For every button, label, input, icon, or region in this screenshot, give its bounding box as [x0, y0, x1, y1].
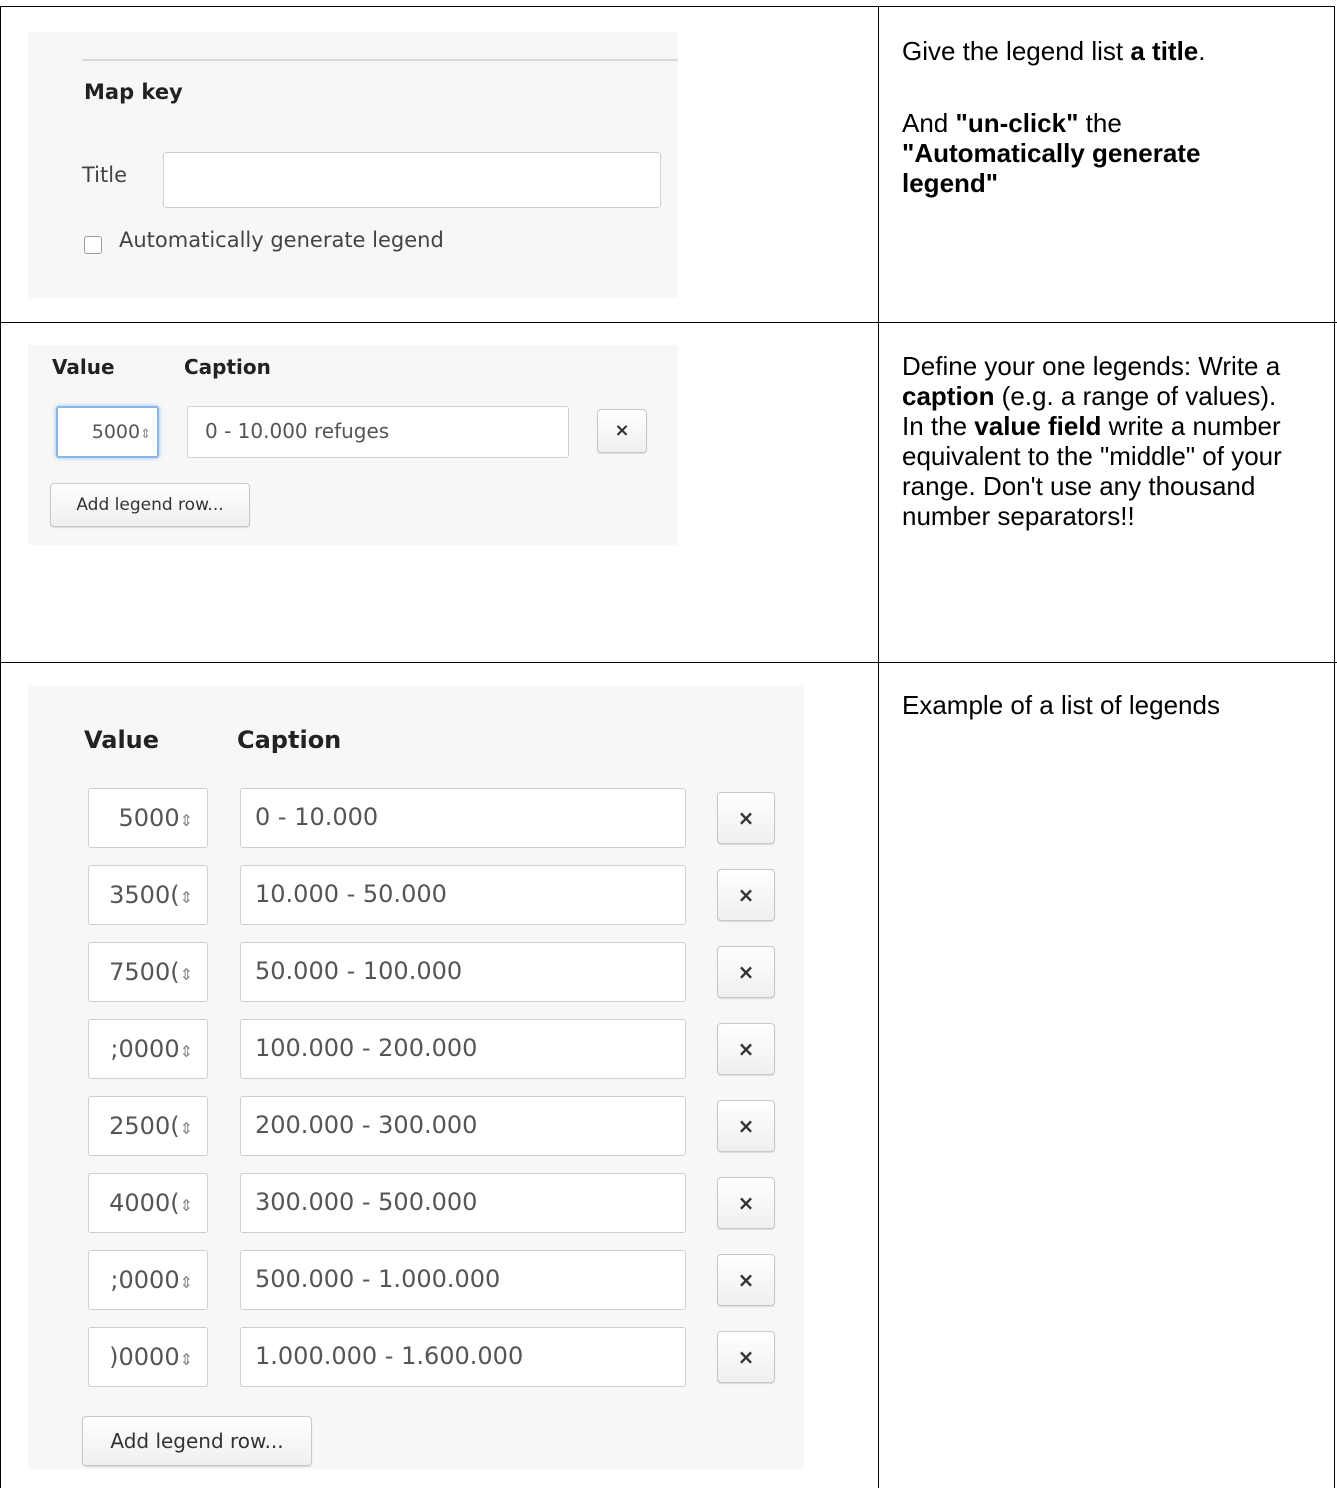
legend-caption-input[interactable]: 200.000 - 300.000: [240, 1096, 686, 1156]
spinner-icon[interactable]: ⇕: [180, 1042, 193, 1061]
remove-row-button[interactable]: ×: [717, 1023, 775, 1075]
separator-line: [82, 59, 678, 61]
spinner-icon[interactable]: ⇕: [180, 1119, 193, 1138]
spinner-icon[interactable]: ⇕: [180, 888, 193, 907]
caption-column-header: Caption: [237, 726, 342, 754]
legend-caption-input[interactable]: 50.000 - 100.000: [240, 942, 686, 1002]
instr-define-caption: Define your one legends: Write a caption…: [902, 351, 1317, 411]
instr-text: Give the legend list: [902, 36, 1131, 66]
remove-row-button[interactable]: ×: [717, 792, 775, 844]
remove-row-button[interactable]: ×: [717, 869, 775, 921]
value-text: 3500(: [109, 881, 180, 909]
legend-value-input[interactable]: 5000⇕: [56, 406, 159, 458]
map-key-screenshot: Map key Title Automatically generate leg…: [28, 32, 678, 298]
remove-row-button[interactable]: ×: [597, 409, 647, 453]
map-key-heading: Map key: [84, 80, 183, 104]
instr-text: Define your one legends: Write a: [902, 351, 1281, 381]
value-column-header: Value: [84, 726, 160, 754]
remove-row-button[interactable]: ×: [717, 946, 775, 998]
value-text: ;0000: [110, 1035, 180, 1063]
spinner-icon[interactable]: ⇕: [140, 427, 151, 442]
add-legend-row-button[interactable]: Add legend row...: [82, 1416, 312, 1466]
remove-row-button[interactable]: ×: [717, 1177, 775, 1229]
instr-text: (e.g. a range of values).: [994, 381, 1277, 411]
legend-caption-input[interactable]: 10.000 - 50.000: [240, 865, 686, 925]
value-text: )0000: [109, 1343, 180, 1371]
remove-row-button[interactable]: ×: [717, 1100, 775, 1152]
legend-value-input[interactable]: ;0000⇕: [88, 1250, 208, 1310]
value-text: 4000(: [109, 1189, 180, 1217]
row-divider-2: [0, 662, 1337, 663]
legend-caption-input[interactable]: 100.000 - 200.000: [240, 1019, 686, 1079]
row-divider-1: [0, 322, 1337, 323]
legend-row-screenshot: Value Caption 5000⇕ 0 - 10.000 refuges ×…: [28, 345, 678, 545]
value-text: 7500(: [109, 958, 180, 986]
legend-value-input[interactable]: 4000(⇕: [88, 1173, 208, 1233]
instr-bold: "Automatically generate legend": [902, 138, 1201, 198]
auto-legend-checkbox[interactable]: [84, 236, 102, 254]
spinner-icon[interactable]: ⇕: [180, 1273, 193, 1292]
spinner-icon[interactable]: ⇕: [180, 1350, 193, 1369]
column-divider: [878, 6, 879, 1488]
instr-bold: a title: [1130, 36, 1199, 66]
spinner-icon[interactable]: ⇕: [180, 965, 193, 984]
spinner-icon[interactable]: ⇕: [180, 1196, 193, 1215]
instr-bold: "un-click": [955, 108, 1079, 138]
value-text: 2500(: [109, 1112, 180, 1140]
instr-value-field: In the value field write a number equiva…: [902, 411, 1317, 531]
instr-text: In the: [902, 411, 975, 441]
legend-caption-input[interactable]: 500.000 - 1.000.000: [240, 1250, 686, 1310]
legend-caption-input[interactable]: 0 - 10.000 refuges: [187, 406, 569, 458]
instr-text: the: [1078, 108, 1122, 138]
instr-text: And: [902, 108, 956, 138]
value-text: 5000: [91, 421, 141, 443]
remove-row-button[interactable]: ×: [717, 1331, 775, 1383]
instr-give-title: Give the legend list a title.: [902, 36, 1322, 66]
remove-row-button[interactable]: ×: [717, 1254, 775, 1306]
legend-value-input[interactable]: 7500(⇕: [88, 942, 208, 1002]
legend-value-input[interactable]: 5000⇕: [88, 788, 208, 848]
value-text: 5000: [118, 804, 180, 832]
instr-text: .: [1198, 36, 1206, 66]
instructions-2: Define your one legends: Write a caption…: [902, 351, 1317, 531]
legend-caption-input[interactable]: 0 - 10.000: [240, 788, 686, 848]
instructions-3: Example of a list of legends: [902, 690, 1220, 720]
caption-column-header: Caption: [184, 355, 271, 379]
title-label: Title: [82, 163, 128, 187]
title-input[interactable]: [163, 152, 661, 208]
legend-value-input[interactable]: )0000⇕: [88, 1327, 208, 1387]
legend-value-input[interactable]: 2500(⇕: [88, 1096, 208, 1156]
instructions-1: Give the legend list a title. And "un-cl…: [902, 36, 1322, 198]
legend-list-screenshot: Value Caption 5000⇕ 0 - 10.000 × 3500(⇕ 10.0…: [28, 686, 804, 1469]
instr-bold: value field: [974, 411, 1102, 441]
legend-caption-input[interactable]: 300.000 - 500.000: [240, 1173, 686, 1233]
legend-caption-input[interactable]: 1.000.000 - 1.600.000: [240, 1327, 686, 1387]
instr-bold: caption: [902, 381, 995, 411]
instr-unclick: And "un-click" the "Automatically genera…: [902, 108, 1282, 198]
add-legend-row-button[interactable]: Add legend row...: [50, 483, 250, 527]
legend-value-input[interactable]: 3500(⇕: [88, 865, 208, 925]
spinner-icon[interactable]: ⇕: [180, 811, 193, 830]
legend-value-input[interactable]: ;0000⇕: [88, 1019, 208, 1079]
value-text: ;0000: [110, 1266, 180, 1294]
value-column-header: Value: [52, 355, 115, 379]
auto-legend-label: Automatically generate legend: [119, 228, 444, 252]
